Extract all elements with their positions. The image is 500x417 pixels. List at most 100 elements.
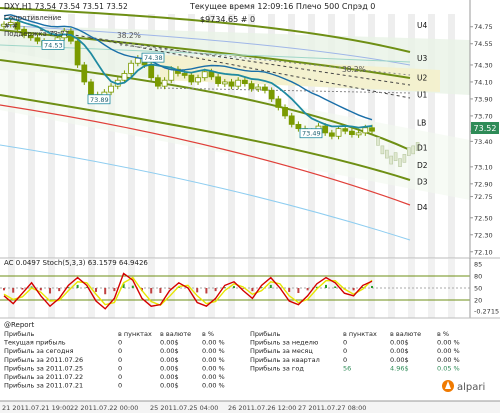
- report-cell: 0.00$: [390, 347, 409, 355]
- report-cell: 0: [118, 347, 122, 355]
- time-axis-label: 21 2011.07.21 19:00: [2, 404, 70, 412]
- report-cell: 0.00 %: [437, 347, 460, 355]
- report-column-header: в пунктах: [343, 330, 377, 338]
- candle-body: [81, 64, 88, 83]
- level-label: D1: [417, 143, 428, 152]
- level-label: U2: [417, 74, 427, 83]
- price-tick-label: 72.50: [474, 214, 493, 222]
- level-label: U4: [417, 21, 427, 30]
- indicator-tick-label: 50: [474, 285, 482, 293]
- candle-body: [228, 81, 235, 87]
- candle-body: [288, 115, 295, 125]
- indicator-tick-label: 85: [474, 261, 482, 269]
- price-mark-label: 74.38: [144, 54, 163, 62]
- price-chart[interactable]: 74.75 74.55 74.30 74.10 73.90 73.70 73.52 73.40…: [0, 0, 500, 413]
- indicator-title: AC 0.0497 Stoch(5,3,3) 63.1579 64.9426: [4, 259, 148, 267]
- indicator-tick-label: 80: [474, 273, 482, 281]
- report-cell: 0.00$: [390, 356, 409, 364]
- level-label: D4: [417, 203, 428, 212]
- report-cell: 0.00$: [160, 347, 179, 355]
- report-cell: 0.00$: [160, 356, 179, 364]
- report-row-label: Прибыль за 2011.07.22: [4, 373, 83, 381]
- projection-candle: [411, 145, 416, 155]
- report-column-header: в пунктах: [118, 330, 152, 338]
- candle-body: [322, 125, 329, 134]
- report-row-label: Прибыль за неделю: [250, 339, 319, 347]
- time-axis-label: 27 2011.07.27 08:00: [298, 404, 366, 412]
- candle-body: [262, 86, 268, 91]
- logo-text: alpari: [457, 382, 485, 393]
- projection-candle: [398, 158, 402, 167]
- projection-candle: [406, 147, 411, 156]
- symbol-line: DXY,H1 73.54 73.54 73.51 73.52: [4, 2, 128, 11]
- report-cell: 0.00$: [390, 339, 409, 347]
- report-row-label: Прибыль за сегодня: [4, 347, 74, 355]
- candle-body: [275, 98, 282, 108]
- price-mark-label: 73.49: [302, 130, 321, 138]
- price-tick-label: 74.10: [474, 78, 493, 86]
- candle-body: [221, 81, 228, 85]
- current-price-label: 73.52: [474, 124, 497, 133]
- report-row-label: Прибыль за 2011.07.21: [4, 382, 83, 390]
- trading-terminal-window: 74.75 74.55 74.30 74.10 73.90 73.70 73.52 73.40…: [0, 0, 500, 413]
- candle-body: [88, 81, 94, 96]
- candle-body: [161, 79, 168, 87]
- price-mark-label: 73.89: [90, 96, 109, 104]
- price-tick-label: 74.30: [474, 61, 493, 69]
- price-tick-label: 74.55: [474, 40, 493, 48]
- report-cell: 0.00 %: [202, 356, 225, 364]
- projection-candle: [380, 145, 385, 155]
- price-tick-label: 72.75: [474, 193, 493, 201]
- candle-body: [255, 86, 262, 90]
- report-cell: 0.00 %: [202, 373, 225, 381]
- price-tick-label: 72.10: [474, 248, 493, 256]
- candle-body: [154, 77, 161, 87]
- candle-body: [349, 130, 355, 135]
- report-row-label: Прибыль за месяц: [250, 347, 313, 355]
- time-axis-label: 25 2011.07.25 04:00: [150, 404, 218, 412]
- projection-candle: [384, 149, 389, 159]
- report-row-label: Прибыль: [250, 330, 281, 338]
- price-mark-label: 74.53: [44, 41, 63, 49]
- report-row-label: Текущая прибыль: [3, 339, 66, 347]
- indicator-tick-label: 20: [474, 297, 482, 305]
- candle-body: [369, 127, 375, 132]
- time-axis-label: 22 2011.07.22 00:00: [70, 404, 138, 412]
- report-cell: 0: [343, 339, 347, 347]
- time-axis-label: 26 2011.07.26 12:00: [228, 404, 296, 412]
- price-tick-label: 73.40: [474, 138, 493, 146]
- projection-candle: [402, 154, 407, 163]
- alpari-logo: alpari: [442, 380, 485, 393]
- price-tick-label: 72.30: [474, 231, 493, 239]
- candle-body: [128, 62, 135, 74]
- candle-body: [328, 132, 335, 137]
- candle-body: [215, 76, 222, 85]
- candle-body: [208, 71, 215, 78]
- price-tick-label: 73.90: [474, 95, 493, 103]
- candle-body: [235, 79, 242, 87]
- report-cell: 0.05 %: [437, 364, 460, 372]
- price-tick-label: 74.75: [474, 23, 493, 31]
- balance-line: $9734.65 # 0: [200, 15, 255, 24]
- candle-body: [108, 85, 114, 93]
- level-label: D3: [417, 177, 428, 186]
- candle-body: [355, 132, 362, 136]
- report-cell: 0: [343, 356, 347, 364]
- report-column-header: в %: [437, 330, 449, 338]
- report-cell: 0.00$: [160, 382, 179, 390]
- report-cell: 0: [118, 373, 122, 381]
- report-cell: 0.00 %: [437, 339, 460, 347]
- fib-label-1: 38.2%: [117, 31, 141, 40]
- report-cell: 0: [118, 382, 122, 390]
- report-cell: 0.00 %: [202, 382, 225, 390]
- report-cell: 56: [343, 364, 351, 372]
- level-label: LB: [417, 119, 426, 128]
- candle-body: [181, 73, 188, 76]
- left-annotation-1: Сопротивление: [4, 14, 61, 22]
- report-row-label: Прибыль за 2011.07.26: [4, 356, 83, 364]
- report-cell: 0.00 %: [202, 339, 225, 347]
- report-cell: 0: [343, 347, 347, 355]
- level-label: U1: [417, 91, 427, 100]
- candle-body: [188, 74, 195, 83]
- report-cell: 0: [118, 364, 122, 372]
